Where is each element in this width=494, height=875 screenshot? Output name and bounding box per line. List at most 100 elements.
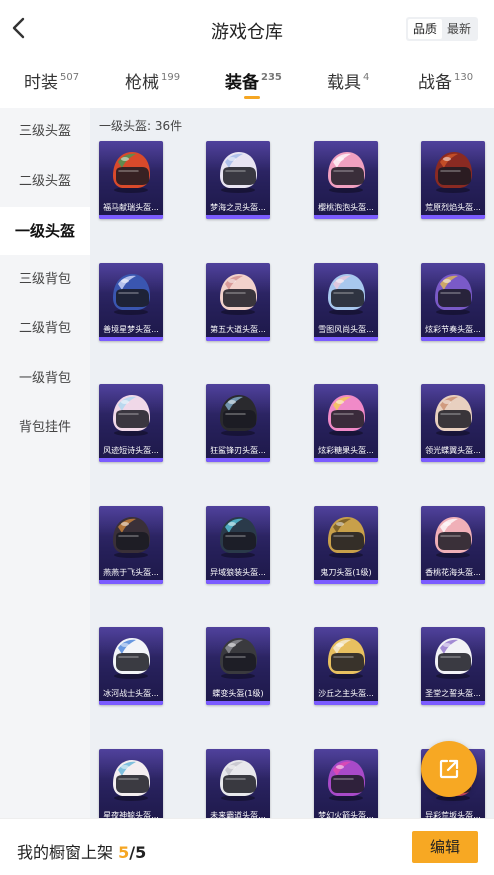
- tab-fashion[interactable]: 时装 507: [24, 68, 79, 93]
- item-name: 炫彩节奏头盔...: [425, 325, 481, 334]
- showcase-current-count: 5: [118, 843, 130, 862]
- tab-equipment[interactable]: 装备 235: [225, 68, 282, 93]
- item-name: 燕燕于飞头盔...: [103, 568, 159, 577]
- tab-firearms[interactable]: 枪械 199: [125, 68, 180, 93]
- sidebar-item-backpack-charm[interactable]: 背包挂件: [0, 404, 90, 452]
- tab-count: 507: [60, 72, 80, 83]
- sidebar-item-level1-backpack[interactable]: 一级背包: [0, 355, 90, 403]
- share-button[interactable]: [421, 741, 477, 797]
- edit-button[interactable]: 编辑: [412, 831, 478, 863]
- sort-option-quality[interactable]: 品质: [407, 19, 442, 39]
- item-name: 梦幻火箭头盔...: [318, 811, 374, 818]
- item-card[interactable]: 蝶变头盔(1级): [206, 627, 270, 705]
- item-card[interactable]: 鬼刀头盔(1级): [314, 506, 378, 584]
- item-card[interactable]: 未来霸道头盔...: [206, 749, 270, 818]
- item-card[interactable]: 炫彩糖果头盔...: [314, 384, 378, 462]
- rarity-bar: [314, 580, 378, 584]
- item-card[interactable]: 风迹短诗头盔...: [99, 384, 163, 462]
- rarity-bar: [314, 701, 378, 705]
- sidebar-item-level3-backpack[interactable]: 三级背包: [0, 256, 90, 304]
- item-card[interactable]: 狂鲨锋刃头盔...: [206, 384, 270, 462]
- showcase-label: 我的橱窗上架: [17, 843, 114, 862]
- tab-count: 4: [363, 72, 370, 83]
- item-name: 鬼刀头盔(1级): [320, 568, 372, 577]
- item-name: 荒原烈焰头盔...: [425, 203, 481, 212]
- item-card[interactable]: 燕燕于飞头盔...: [99, 506, 163, 584]
- item-card[interactable]: 炫彩节奏头盔...: [421, 263, 485, 341]
- sidebar-item-level2-helmet[interactable]: 二级头盔: [0, 158, 90, 206]
- item-card[interactable]: 星夜神鲸头盔...: [99, 749, 163, 818]
- sidebar-item-level3-helmet[interactable]: 三级头盔: [0, 108, 90, 156]
- rarity-bar: [99, 580, 163, 584]
- helmet-icon: [435, 152, 472, 193]
- item-grid-area: 一级头盔: 36件 福马献瑞头盔... 梦海之灵头盔... 樱桃泡泡头盔... 荒原烈…: [90, 108, 494, 818]
- item-card[interactable]: 樱桃泡泡头盔...: [314, 141, 378, 219]
- helmet-icon: [435, 395, 472, 436]
- helmet-icon: [220, 395, 257, 436]
- rarity-bar: [421, 337, 485, 341]
- item-card[interactable]: 雪图风尚头盔...: [314, 263, 378, 341]
- item-card[interactable]: 沙丘之主头盔...: [314, 627, 378, 705]
- item-card[interactable]: 梦幻火箭头盔...: [314, 749, 378, 818]
- top-bar: 游戏仓库 品质 最新: [0, 0, 494, 58]
- item-name: 蝶变头盔(1级): [212, 689, 264, 698]
- item-name: 梦海之灵头盔...: [210, 203, 266, 212]
- item-name: 沙丘之主头盔...: [318, 689, 374, 698]
- item-name: 福马献瑞头盔...: [103, 203, 159, 212]
- helmet-icon: [435, 638, 472, 679]
- tab-label: 装备: [225, 73, 259, 93]
- rarity-bar: [99, 458, 163, 462]
- helmet-icon: [328, 517, 365, 558]
- rarity-bar: [206, 458, 270, 462]
- item-card[interactable]: 领光蝶翼头盔...: [421, 384, 485, 462]
- sidebar-item-level2-backpack[interactable]: 二级背包: [0, 305, 90, 353]
- category-tabs: 时装 507 枪械 199 装备 235 载具 4 战备 130: [0, 60, 494, 108]
- helmet-icon: [220, 638, 257, 679]
- helmet-icon: [435, 517, 472, 558]
- item-name: 雪图风尚头盔...: [318, 325, 374, 334]
- tab-vehicles[interactable]: 载具 4: [327, 68, 369, 93]
- helmet-icon: [328, 760, 365, 801]
- item-name: 香桃花海头盔...: [425, 568, 481, 577]
- tab-count: 235: [261, 72, 282, 83]
- helmet-icon: [113, 638, 150, 679]
- sidebar: 三级头盔 二级头盔 一级头盔 三级背包 二级背包 一级背包 背包挂件: [0, 108, 90, 818]
- item-card[interactable]: 第五大道头盔...: [206, 263, 270, 341]
- helmet-icon: [328, 152, 365, 193]
- item-card[interactable]: 福马献瑞头盔...: [99, 141, 163, 219]
- item-name: 异域狼装头盔...: [210, 568, 266, 577]
- helmet-icon: [113, 152, 150, 193]
- share-icon: [439, 759, 459, 779]
- item-name: 未来霸道头盔...: [210, 811, 266, 818]
- rarity-bar: [421, 215, 485, 219]
- item-card[interactable]: 香桃花海头盔...: [421, 506, 485, 584]
- helmet-icon: [220, 760, 257, 801]
- item-card[interactable]: 圣堂之誓头盔...: [421, 627, 485, 705]
- item-card[interactable]: 冰河战士头盔...: [99, 627, 163, 705]
- helmet-icon: [220, 517, 257, 558]
- item-card[interactable]: 荒原烈焰头盔...: [421, 141, 485, 219]
- showcase-bar: 我的橱窗上架 5/5 编辑: [0, 818, 494, 875]
- rarity-bar: [421, 458, 485, 462]
- item-name: 领光蝶翼头盔...: [425, 446, 481, 455]
- item-card[interactable]: 异域狼装头盔...: [206, 506, 270, 584]
- item-name: 冰河战士头盔...: [103, 689, 159, 698]
- item-name: 圣堂之誓头盔...: [425, 689, 481, 698]
- tab-label: 枪械: [125, 73, 159, 93]
- sidebar-item-level1-helmet[interactable]: 一级头盔: [0, 207, 90, 255]
- item-card[interactable]: 梦海之灵头盔...: [206, 141, 270, 219]
- helmet-icon: [113, 760, 150, 801]
- item-name: 异彩荒坂头盔...: [425, 811, 481, 818]
- sort-toggle[interactable]: 品质 最新: [405, 17, 478, 41]
- sort-option-latest[interactable]: 最新: [442, 19, 476, 39]
- helmet-icon: [328, 395, 365, 436]
- item-name: 樱桃泡泡头盔...: [318, 203, 374, 212]
- tab-label: 时装: [24, 73, 58, 93]
- active-tab-indicator: [244, 96, 260, 99]
- tab-count: 130: [454, 72, 474, 83]
- rarity-bar: [421, 701, 485, 705]
- rarity-bar: [314, 215, 378, 219]
- item-name: 星夜神鲸头盔...: [103, 811, 159, 818]
- tab-supplies[interactable]: 战备 130: [418, 68, 473, 93]
- item-card[interactable]: 善境星梦头盔...: [99, 263, 163, 341]
